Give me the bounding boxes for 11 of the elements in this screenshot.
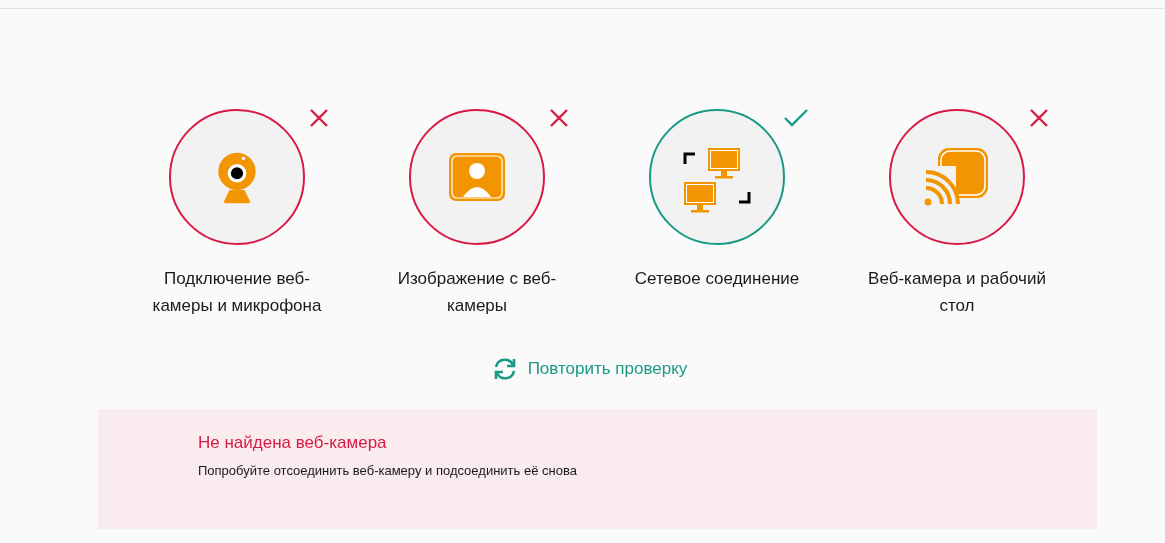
alert-title: Не найдена веб-камера xyxy=(198,433,388,453)
check-label: Сетевое соединение xyxy=(633,268,801,290)
check-label: Веб-камера и рабочий стол xyxy=(867,268,1047,317)
check-label: Подключение веб-камеры и микрофона xyxy=(151,268,323,317)
check-label: Изображение с веб-камеры xyxy=(396,268,558,317)
retry-link[interactable]: Повторить проверку xyxy=(491,357,688,381)
check-icon xyxy=(783,108,809,128)
cross-icon xyxy=(1029,108,1049,128)
alert-message: Попробуйте отсоединить веб-камеру и подсоединить её снова xyxy=(198,463,578,478)
cross-icon xyxy=(309,108,329,128)
cross-icon xyxy=(549,108,569,128)
